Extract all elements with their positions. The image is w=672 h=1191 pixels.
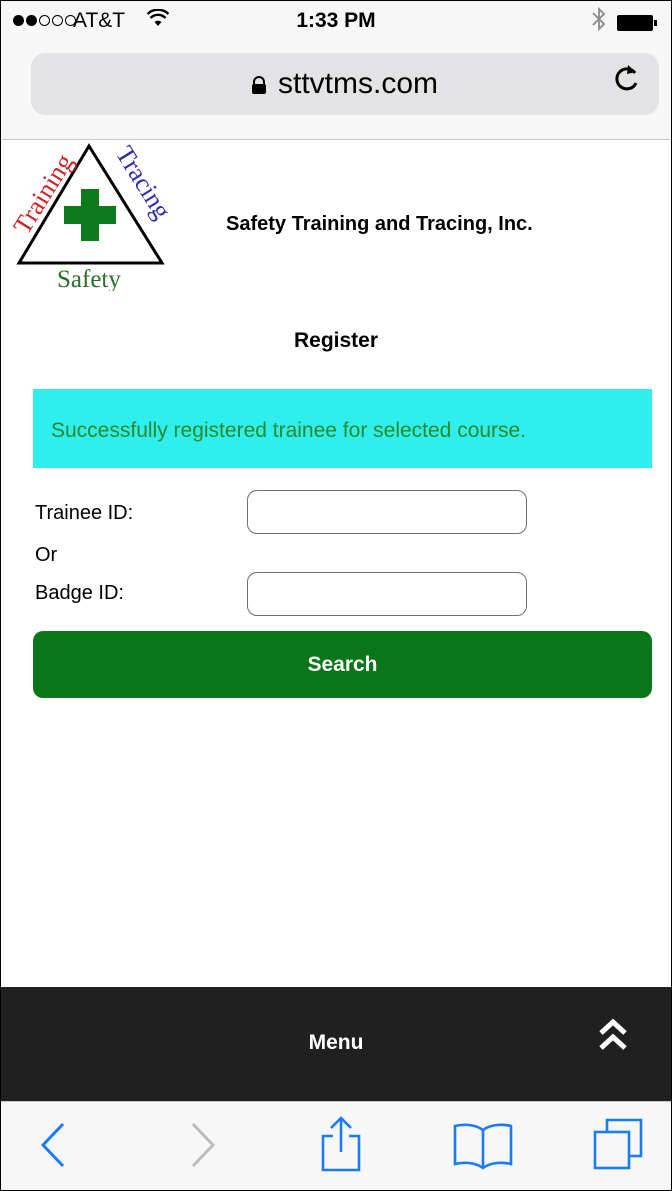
browser-toolbar <box>1 1101 671 1190</box>
status-time: 1:33 PM <box>296 9 376 32</box>
battery-icon <box>617 15 657 31</box>
tabs-icon[interactable] <box>593 1116 645 1177</box>
trainee-id-label: Trainee ID: <box>35 502 134 524</box>
reload-icon[interactable] <box>611 61 641 104</box>
menu-label: Menu <box>308 1031 364 1054</box>
bluetooth-icon <box>591 6 607 37</box>
page-title: Register <box>293 329 379 352</box>
badge-id-input[interactable] <box>247 572 527 616</box>
browser-address-area: sttvtms.com <box>1 41 671 140</box>
status-bar: AT&T 1:33 PM <box>1 1 671 41</box>
trainee-id-input[interactable] <box>247 490 527 534</box>
or-label: Or <box>35 544 58 566</box>
phone-screen: AT&T 1:33 PM sttvtms.com Training Tracin… <box>0 0 672 1191</box>
logo-word-safety: Safety <box>57 266 121 291</box>
success-message: Successfully registered trainee for sele… <box>33 389 652 468</box>
share-icon[interactable] <box>319 1114 363 1179</box>
double-chevron-up-icon[interactable] <box>591 1013 635 1057</box>
back-icon[interactable] <box>37 1120 69 1175</box>
company-name: Safety Training and Tracing, Inc. <box>226 213 533 235</box>
lock-icon <box>251 76 266 95</box>
badge-id-label: Badge ID: <box>35 582 124 604</box>
url-text: sttvtms.com <box>277 67 438 100</box>
forward-icon[interactable] <box>187 1120 219 1175</box>
menu-bar[interactable]: Menu <box>1 987 671 1101</box>
bookmarks-icon[interactable] <box>453 1122 513 1175</box>
search-button[interactable]: Search <box>33 631 652 698</box>
address-bar[interactable]: sttvtms.com <box>31 53 659 115</box>
company-logo: Training Tracing Safety <box>7 141 177 293</box>
